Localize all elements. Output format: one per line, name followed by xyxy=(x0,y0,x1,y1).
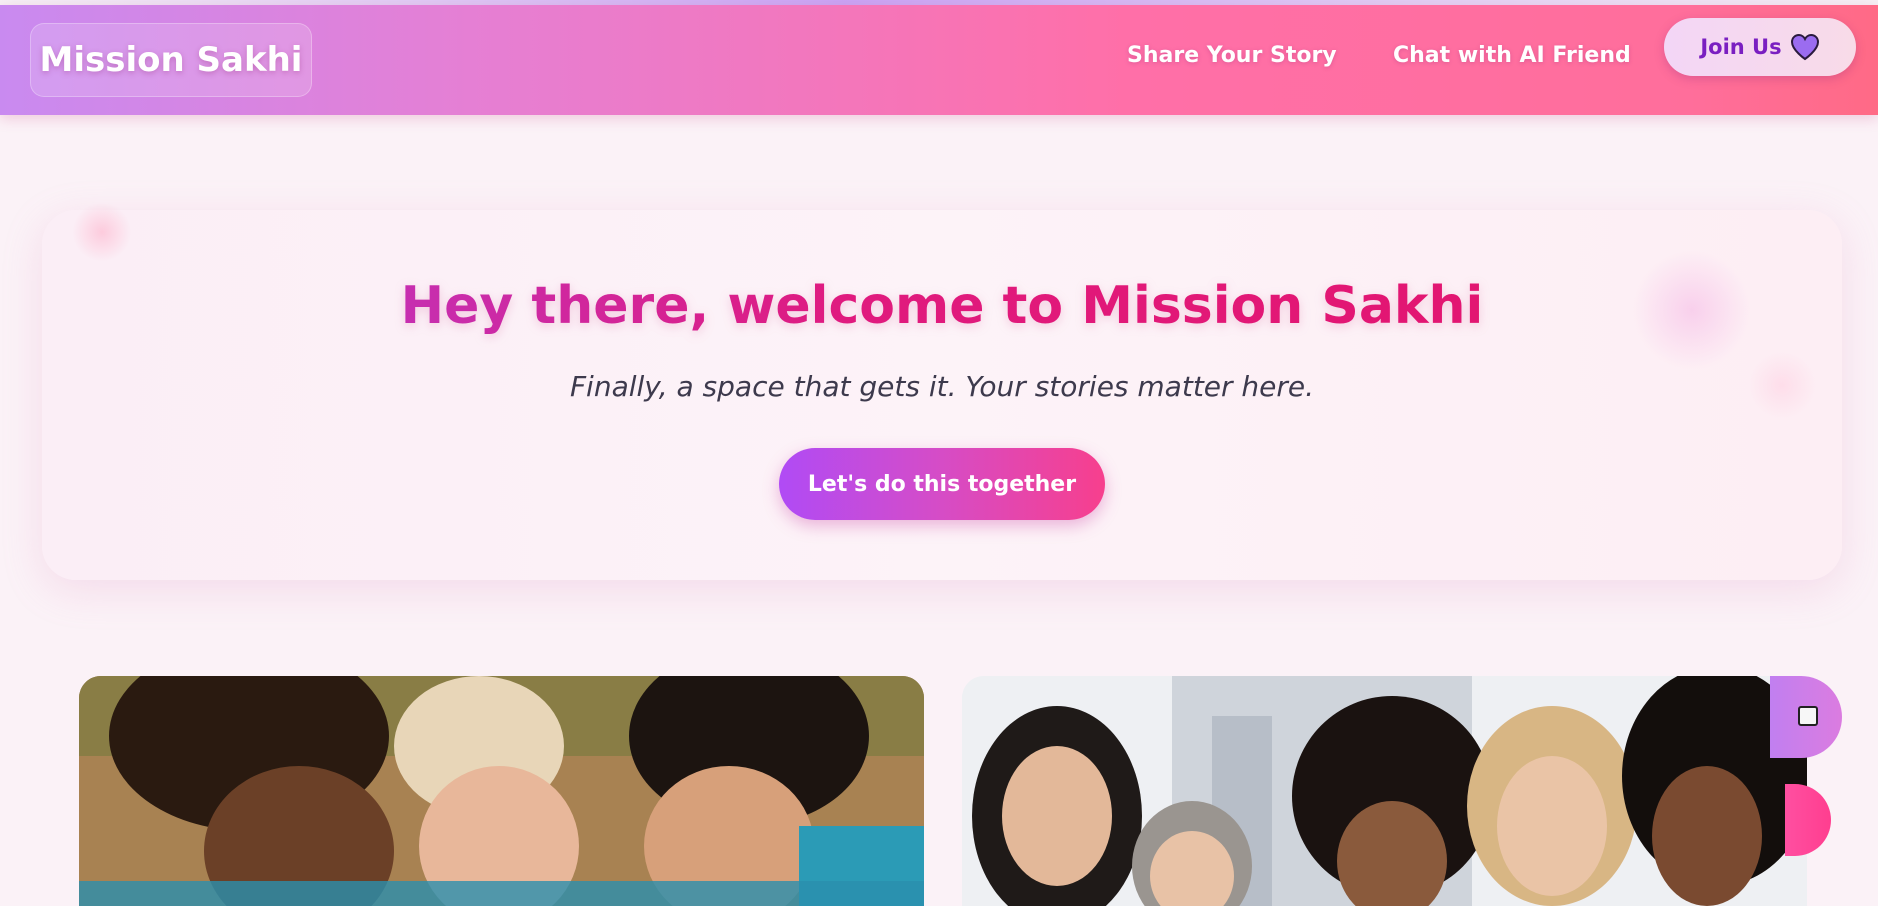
top-navbar: Mission Sakhi Share Your Story Chat with… xyxy=(0,5,1878,115)
nav-link-chat-ai[interactable]: Chat with AI Friend xyxy=(1393,43,1631,68)
heart-icon xyxy=(1790,33,1819,61)
hero-card: Hey there, welcome to Mission Sakhi Fina… xyxy=(42,202,1842,580)
cta-button[interactable]: Let's do this together xyxy=(779,448,1105,520)
brand-logo[interactable]: Mission Sakhi xyxy=(30,23,312,97)
join-us-label: Join Us xyxy=(1700,35,1782,59)
nav-link-share-story[interactable]: Share Your Story xyxy=(1127,43,1337,68)
floating-action-button[interactable] xyxy=(1785,784,1831,856)
join-us-button[interactable]: Join Us xyxy=(1664,18,1856,76)
chat-icon xyxy=(1798,706,1818,726)
hero-title: Hey there, welcome to Mission Sakhi xyxy=(42,276,1842,336)
diverse-women-smiling-photo xyxy=(962,676,1807,906)
floating-chat-button[interactable] xyxy=(1770,676,1842,758)
group-of-smiling-women-photo xyxy=(79,676,924,906)
hero-subtitle: Finally, a space that gets it. Your stor… xyxy=(569,370,1315,403)
decorative-blob xyxy=(72,202,132,262)
